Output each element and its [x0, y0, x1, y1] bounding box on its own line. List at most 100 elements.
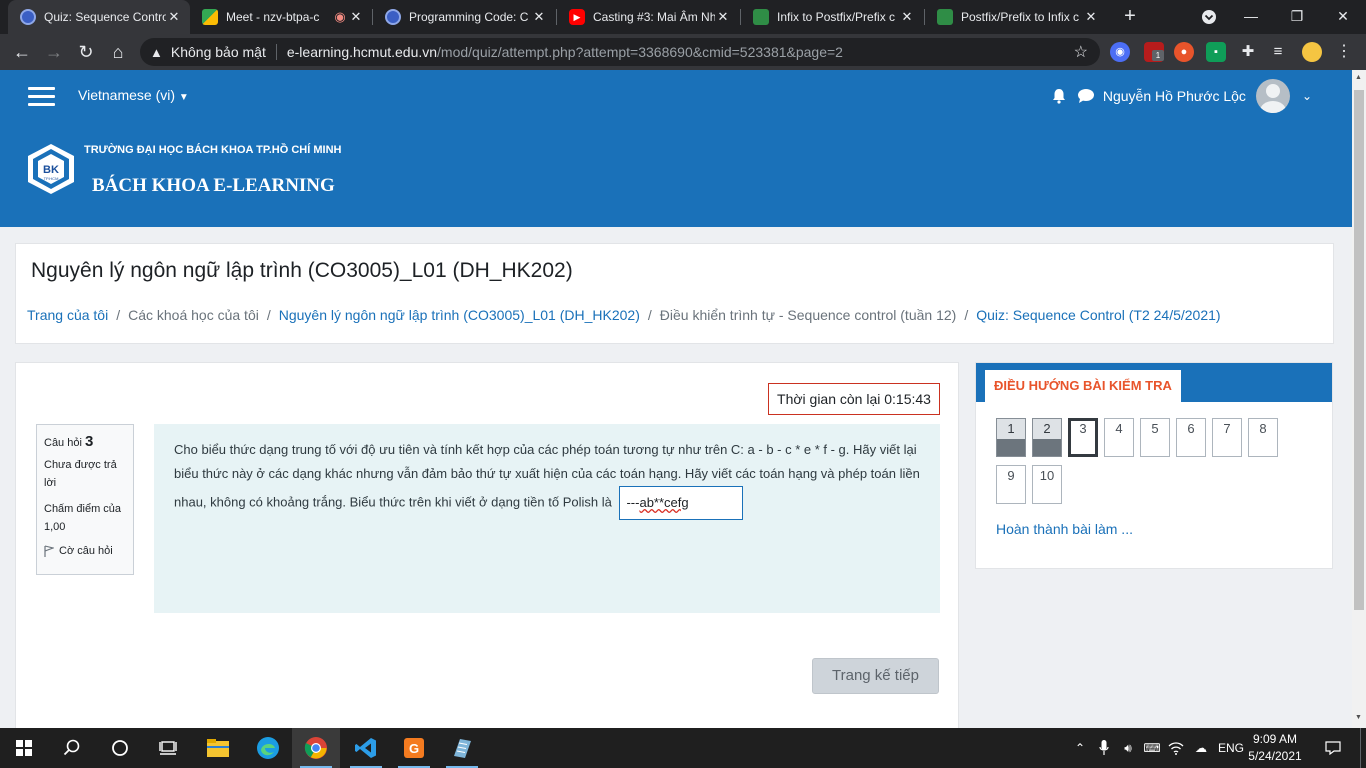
close-icon[interactable]: ✕	[899, 9, 915, 25]
show-desktop-button[interactable]	[1360, 728, 1366, 768]
menu-hamburger-icon[interactable]	[28, 87, 55, 107]
answer-input[interactable]: ---ab**cefg	[619, 486, 744, 520]
site-name[interactable]: BÁCH KHOA E-LEARNING	[92, 175, 335, 197]
tab-search-button[interactable]	[1186, 0, 1232, 34]
question-nav-button-10[interactable]: 10	[1032, 465, 1062, 504]
url-host: e-learning.hcmut.edu.vn	[286, 44, 438, 60]
question-nav-button-5[interactable]: 5	[1140, 418, 1170, 457]
forward-button[interactable]: →	[40, 38, 68, 66]
browser-tab-programming[interactable]: Programming Code: C ✕	[373, 0, 555, 34]
tab-title: Quiz: Sequence Contro	[44, 10, 166, 24]
foxit-pdf-icon[interactable]: G	[390, 728, 438, 768]
home-button[interactable]: ⌂	[104, 38, 132, 66]
task-view-icon[interactable]	[144, 728, 192, 768]
scroll-up-arrow-icon[interactable]: ▲	[1355, 74, 1362, 81]
notifications-icon[interactable]	[1322, 728, 1344, 768]
onedrive-cloud-icon[interactable]: ☁	[1190, 728, 1212, 768]
user-avatar[interactable]	[1255, 79, 1290, 113]
volume-icon[interactable]: 🔊︎	[1118, 728, 1138, 768]
bookmark-star-icon[interactable]: ☆	[1074, 42, 1088, 62]
extension-ublock-icon[interactable]: 1	[1144, 42, 1164, 62]
page-scrollbar[interactable]: ▲ ▼	[1352, 70, 1366, 728]
question-state: Chưa được trả lời	[44, 459, 117, 489]
browser-tab-meet[interactable]: Meet - nzv-btpa-c ◉ ✕	[190, 0, 372, 34]
breadcrumb-section: Điều khiển trình tự - Sequence control (…	[659, 307, 957, 323]
next-page-button[interactable]: Trang kế tiếp	[812, 658, 939, 694]
warning-icon[interactable]: ▲	[150, 45, 163, 60]
user-name[interactable]: Nguyễn Hồ Phước Lộc	[1103, 88, 1246, 104]
start-button[interactable]	[0, 728, 48, 768]
close-window-button[interactable]: ✕	[1320, 0, 1366, 34]
question-nav-button-1[interactable]: 1	[996, 418, 1026, 457]
scrollbar-thumb[interactable]	[1354, 90, 1364, 610]
tray-expand-icon[interactable]: ⌃	[1070, 728, 1090, 768]
question-nav-button-2[interactable]: 2	[1032, 418, 1062, 457]
system-clock[interactable]: 9:09 AM 5/24/2021	[1240, 731, 1310, 765]
question-nav-button-4[interactable]: 4	[1104, 418, 1134, 457]
close-icon[interactable]: ✕	[166, 9, 182, 25]
minimize-button[interactable]: —	[1228, 0, 1274, 34]
browser-tab-postfix-infix[interactable]: Postfix/Prefix to Infix c ✕	[925, 0, 1107, 34]
search-icon[interactable]	[48, 728, 96, 768]
microphone-icon[interactable]	[1094, 728, 1114, 768]
security-label[interactable]: Không bảo mật	[171, 44, 277, 60]
close-icon[interactable]: ✕	[1083, 9, 1099, 25]
maximize-button[interactable]: ❐	[1274, 0, 1320, 34]
browser-tab-bar: Quiz: Sequence Contro ✕ Meet - nzv-btpa-…	[0, 0, 1366, 34]
scroll-down-arrow-icon[interactable]: ▼	[1355, 714, 1362, 721]
quiz-main-region: Thời gian còn lại 0:15:43 Câu hỏi 3 Chưa…	[15, 362, 959, 732]
cortana-icon[interactable]	[96, 728, 144, 768]
tab-title: Infix to Postfix/Prefix c	[777, 10, 896, 24]
tab-title: Casting #3: Mai Âm Nh	[593, 10, 715, 24]
notification-bell-icon[interactable]	[1051, 88, 1067, 104]
vscode-icon[interactable]	[342, 728, 390, 768]
flag-question-toggle[interactable]: Cờ câu hỏi	[44, 542, 126, 560]
messages-chat-icon[interactable]	[1077, 88, 1095, 104]
question-content: Cho biểu thức dạng trung tố với độ ưu ti…	[154, 424, 940, 613]
extension-fox-icon[interactable]: ●	[1174, 42, 1194, 62]
media-control-icon[interactable]: ≡	[1268, 42, 1288, 62]
flag-icon	[44, 545, 54, 557]
extension-tag-icon[interactable]: ▪	[1206, 42, 1226, 62]
question-nav-button-6[interactable]: 6	[1176, 418, 1206, 457]
notes-app-icon[interactable]	[438, 728, 486, 768]
breadcrumb-quiz[interactable]: Quiz: Sequence Control (T2 24/5/2021)	[976, 307, 1220, 323]
back-button[interactable]: ←	[8, 38, 36, 66]
profile-avatar-icon[interactable]	[1302, 42, 1322, 62]
course-header: Nguyên lý ngôn ngữ lập trình (CO3005)_L0…	[15, 243, 1334, 344]
browser-tab-youtube[interactable]: ▶ Casting #3: Mai Âm Nh ✕	[557, 0, 739, 34]
chrome-browser-icon[interactable]	[292, 728, 340, 768]
question-grade: Chấm điểm của 1,00	[44, 503, 122, 533]
edge-browser-icon[interactable]	[244, 728, 292, 768]
file-explorer-icon[interactable]	[194, 728, 242, 768]
new-tab-button[interactable]: +	[1118, 4, 1142, 28]
reload-button[interactable]: ↻	[72, 38, 100, 66]
browser-tab-infix-postfix[interactable]: Infix to Postfix/Prefix c ✕	[741, 0, 923, 34]
language-selector[interactable]: Vietnamese (vi) ▼	[78, 87, 189, 103]
extension-owl-icon[interactable]: ◉	[1110, 42, 1130, 62]
breadcrumb-my-home[interactable]: Trang của tôi	[27, 307, 108, 323]
question-nav-button-9[interactable]: 9	[996, 465, 1026, 504]
browser-tab-quiz[interactable]: Quiz: Sequence Contro ✕	[8, 0, 190, 34]
chevron-down-icon[interactable]: ⌄	[1302, 89, 1312, 103]
finish-attempt-link[interactable]: Hoàn thành bài làm ...	[996, 521, 1133, 537]
extensions-puzzle-icon[interactable]: ✚	[1238, 42, 1258, 62]
bk-logo[interactable]: BK TP.HCM	[24, 142, 78, 196]
close-icon[interactable]: ✕	[348, 9, 364, 25]
wifi-icon[interactable]	[1166, 728, 1186, 768]
question-label: Câu hỏi	[44, 437, 82, 449]
close-icon[interactable]: ✕	[715, 9, 731, 25]
breadcrumb-course[interactable]: Nguyên lý ngôn ngữ lập trình (CO3005)_L0…	[279, 307, 640, 323]
close-icon[interactable]: ✕	[531, 9, 547, 25]
site-navbar: Vietnamese (vi) ▼ Nguyễn Hồ Phước Lộc ⌄	[0, 70, 1352, 122]
logo-text: BK	[43, 164, 59, 176]
breadcrumb-my-courses: Các khoá học của tôi	[128, 307, 259, 323]
quiz-timer: Thời gian còn lại 0:15:43	[768, 383, 940, 415]
address-bar[interactable]: ▲ Không bảo mật e-learning.hcmut.edu.vn /…	[140, 38, 1100, 66]
question-nav-button-7[interactable]: 7	[1212, 418, 1242, 457]
question-nav-button-8[interactable]: 8	[1248, 418, 1278, 457]
browser-menu-icon[interactable]: ⋮	[1334, 42, 1354, 62]
question-nav-button-3[interactable]: 3	[1068, 418, 1098, 457]
tab-title: Programming Code: C	[409, 10, 529, 24]
input-method-icon[interactable]: ⌨︎	[1142, 728, 1162, 768]
